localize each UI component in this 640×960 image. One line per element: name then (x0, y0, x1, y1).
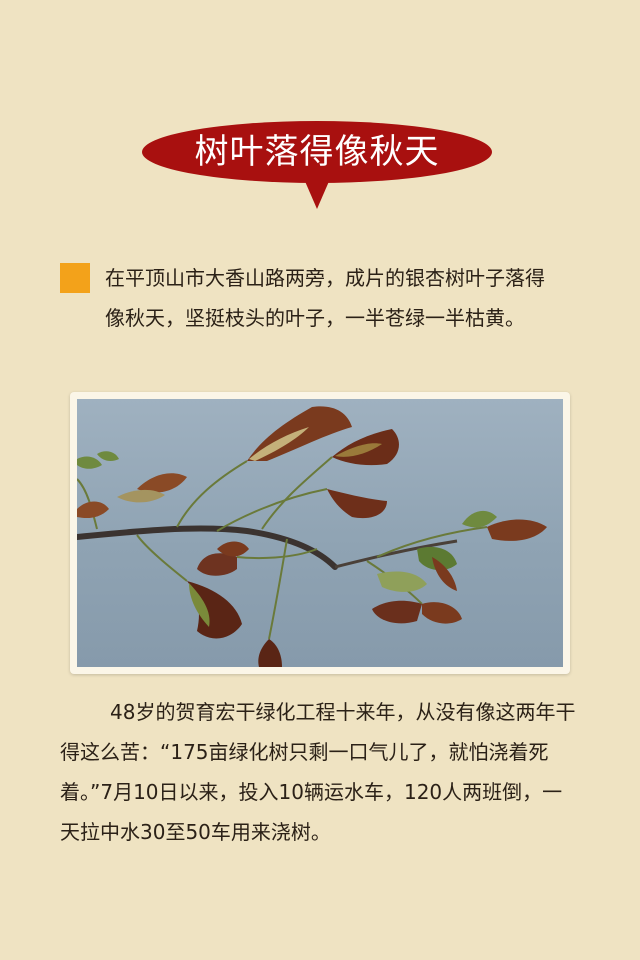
title-banner: 树叶落得像秋天 (142, 121, 492, 209)
body-paragraph: 48岁的贺育宏干绿化工程十来年，从没有像这两年干得这么苦：“175亩绿化树只剩一… (60, 700, 576, 844)
page-title: 树叶落得像秋天 (194, 132, 440, 172)
ginkgo-branch-photo (77, 399, 563, 667)
ginkgo-branch-illustration (77, 406, 547, 667)
intro-paragraph: 在平顶山市大香山路两旁，成片的银杏树叶子落得像秋天，坚挺枝头的叶子，一半苍绿一半… (105, 266, 545, 330)
photo-frame (70, 392, 570, 674)
bullet-square-icon (60, 263, 90, 293)
